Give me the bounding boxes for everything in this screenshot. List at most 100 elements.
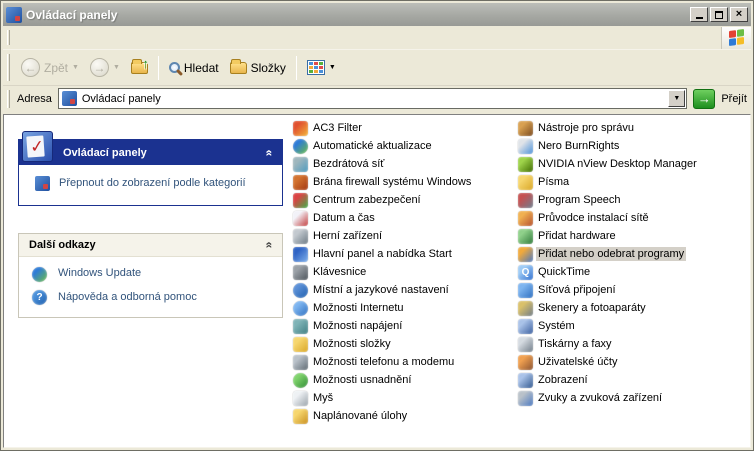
rebar-grip[interactable] [7,30,10,45]
wireless-network-icon [293,157,308,172]
sidebar-link[interactable]: ? Nápověda a odborná pomoc [32,290,276,305]
collapse-chevron-icon[interactable]: « [263,149,277,156]
views-button[interactable]: ▼ [303,57,340,78]
toolbar-separator [296,56,297,80]
list-item[interactable]: AC3 Filter [293,119,517,137]
list-item[interactable]: Možnosti napájení [293,317,517,335]
item-column-2: Nástroje pro správu Nero BurnRights NVID… [518,119,751,407]
sidebar-link[interactable]: Windows Update [32,266,276,281]
list-item[interactable]: Myš [293,389,517,407]
list-item[interactable]: Automatické aktualizace [293,137,517,155]
maximize-button[interactable] [710,7,728,22]
menu-item[interactable] [33,35,51,41]
printers-faxes-icon [518,337,533,352]
panel-title: Další odkazy [29,239,96,251]
forward-button[interactable]: → ▼ [86,55,124,80]
list-item[interactable]: Průvodce instalací sítě [518,209,751,227]
date-time-icon [293,211,308,226]
search-button[interactable]: Hledat [165,58,223,78]
panel-control-panel: ✓ Ovládací panely « Přepnout do zobrazen… [18,139,283,206]
display-icon [518,373,533,388]
switch-category-view-link[interactable]: Přepnout do zobrazení podle kategorií [59,176,246,191]
folder-view: ✓ Ovládací panely « Přepnout do zobrazen… [3,114,751,448]
list-item[interactable]: Přidat nebo odebrat programy [518,245,751,263]
minimize-icon [696,17,703,19]
close-button[interactable]: × [730,7,748,22]
list-item[interactable]: Nástroje pro správu [518,119,751,137]
rebar-grip[interactable] [7,54,10,81]
menu-item[interactable] [87,35,105,41]
panel-header[interactable]: Ovládací panely « [19,140,282,165]
list-item[interactable]: Zobrazení [518,371,751,389]
toolbar: ← Zpět ▼ → ▼ ↑ Hledat Složky ▼ [3,50,751,86]
menu-item[interactable] [105,35,123,41]
list-item[interactable]: Datum a čas [293,209,517,227]
title-bar[interactable]: Ovládací panely × [3,3,751,26]
address-combobox[interactable]: Ovládací panely ▼ [58,88,687,109]
list-item[interactable]: Klávesnice [293,263,517,281]
quicktime-icon: Q [518,265,533,280]
sounds-audio-icon [518,391,533,406]
accessibility-options-icon [293,373,308,388]
folders-icon [230,62,247,74]
power-options-icon [293,319,308,334]
back-label: Zpět [44,61,68,75]
list-item[interactable]: NVIDIA nView Desktop Manager [518,155,751,173]
list-item[interactable]: Skenery a fotoaparáty [518,299,751,317]
list-item[interactable]: Brána firewall systému Windows [293,173,517,191]
list-item[interactable]: Zvuky a zvuková zařízení [518,389,751,407]
back-dropdown-icon[interactable]: ▼ [72,64,79,71]
minimize-button[interactable] [690,7,708,22]
panel-title: Ovládací panely [63,147,147,159]
menu-item[interactable] [15,35,33,41]
list-item[interactable]: Přidat hardware [518,227,751,245]
folder-options-icon [293,337,308,352]
network-setup-wizard-icon [518,211,533,226]
list-item[interactable]: Naplánované úlohy [293,407,517,425]
list-item[interactable]: Možnosti telefonu a modemu [293,353,517,371]
security-center-icon [293,193,308,208]
help-icon: ? [32,290,47,305]
address-dropdown-button[interactable]: ▼ [668,90,685,107]
list-item[interactable]: Bezdrátová síť [293,155,517,173]
collapse-chevron-icon[interactable]: « [263,242,277,249]
list-item[interactable]: Centrum zabezpečení [293,191,517,209]
list-item[interactable]: Herní zařízení [293,227,517,245]
list-item[interactable]: Písma [518,173,751,191]
list-item[interactable]: Tiskárny a faxy [518,335,751,353]
toolbar-separator [158,56,159,80]
nero-burnrights-icon [518,139,533,154]
forward-dropdown-icon[interactable]: ▼ [113,64,120,71]
menu-item[interactable] [69,35,87,41]
task-pane: ✓ Ovládací panely « Přepnout do zobrazen… [18,139,283,318]
list-item[interactable]: Systém [518,317,751,335]
menu-item[interactable] [51,35,69,41]
list-item[interactable]: Místní a jazykové nastavení [293,281,517,299]
rebar-grip[interactable] [7,90,10,108]
phone-modem-icon [293,355,308,370]
folders-button[interactable]: Složky [226,58,290,78]
list-item[interactable]: Uživatelské účty [518,353,751,371]
speech-icon [518,193,533,208]
panel-header[interactable]: Další odkazy « [19,234,282,257]
up-button[interactable]: ↑ [127,59,152,77]
search-icon [169,62,180,73]
back-button[interactable]: ← Zpět ▼ [17,55,83,80]
views-dropdown-icon[interactable]: ▼ [329,64,336,71]
list-item[interactable]: Q QuickTime [518,263,751,281]
address-folder-icon [62,91,77,106]
windows-update-icon [32,267,47,282]
list-item[interactable]: Síťová připojení [518,281,751,299]
list-item[interactable]: Hlavní panel a nabídka Start [293,245,517,263]
list-item[interactable]: Možnosti usnadnění [293,371,517,389]
list-item[interactable]: Program Speech [518,191,751,209]
list-item[interactable]: Možnosti Internetu [293,299,517,317]
fonts-icon [518,175,533,190]
list-item[interactable]: Možnosti složky [293,335,517,353]
keyboard-icon [293,265,308,280]
network-connections-icon [518,283,533,298]
list-item[interactable]: Nero BurnRights [518,137,751,155]
internet-options-icon [293,301,308,316]
folders-label: Složky [251,61,286,75]
go-button[interactable]: → [693,89,715,109]
